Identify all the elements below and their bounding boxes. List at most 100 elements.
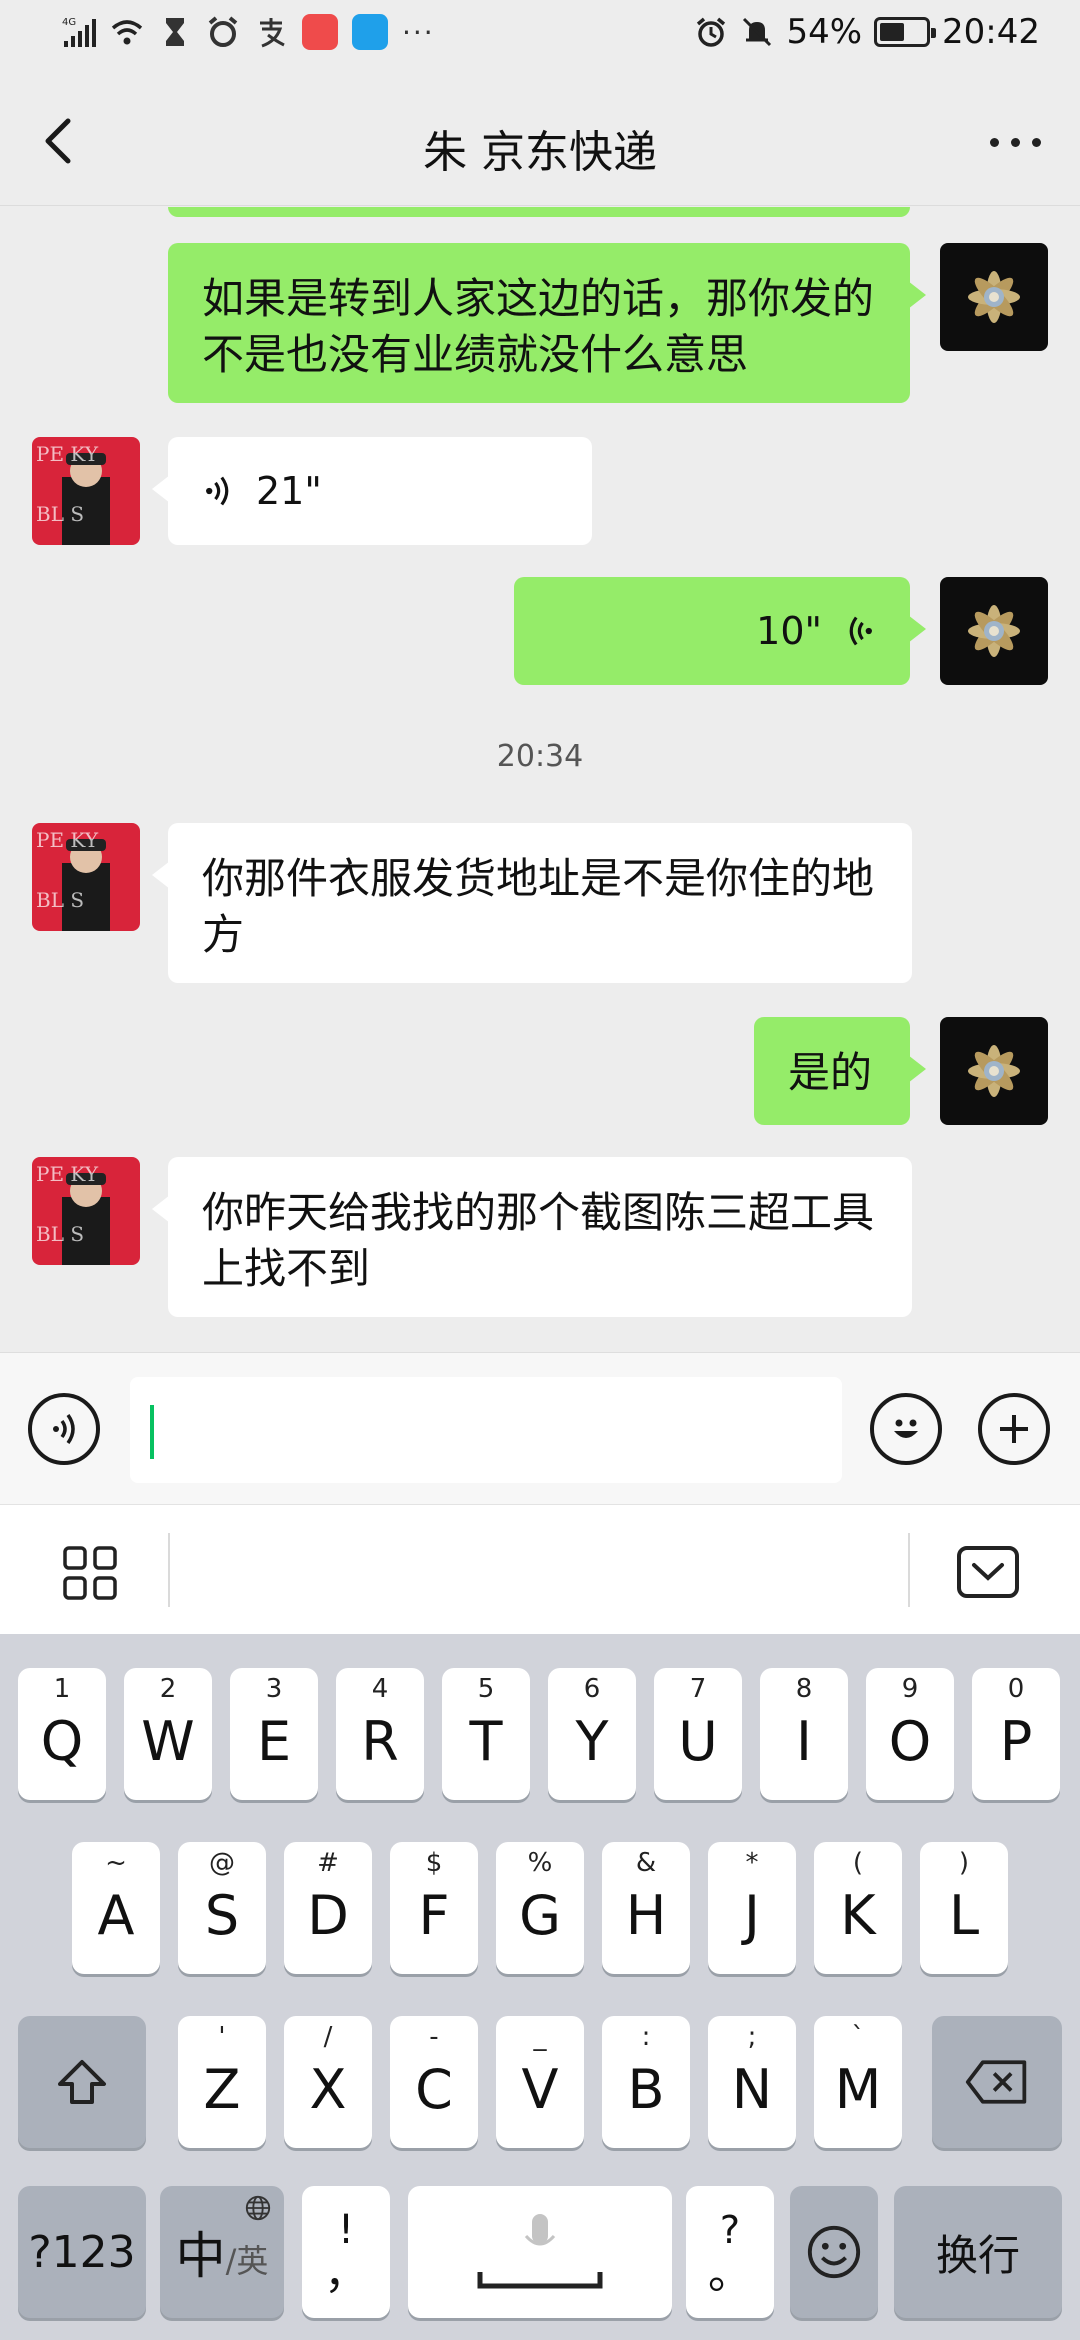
key-v[interactable]: _ V xyxy=(496,2016,584,2148)
mute-bell-icon xyxy=(740,15,774,49)
key-r[interactable]: 4R xyxy=(336,1668,424,1800)
flower-brooch-avatar-icon xyxy=(940,577,1048,685)
alipay-icon xyxy=(254,15,288,49)
key-y[interactable]: 6Y xyxy=(548,1668,636,1800)
numbers-key-label: ?123 xyxy=(28,2226,136,2278)
key-l[interactable]: ) L xyxy=(920,1842,1008,1974)
key-label: O xyxy=(888,1709,932,1773)
key-hint: * xyxy=(745,1848,759,1878)
key-hint: 0 xyxy=(1007,1674,1025,1704)
emoji-button[interactable] xyxy=(870,1393,942,1465)
language-switch-key[interactable]: 中 /英 xyxy=(160,2186,284,2318)
punctuation-key[interactable]: ! ， xyxy=(302,2186,390,2318)
key-hint: ( xyxy=(852,1848,864,1878)
key-h[interactable]: & H xyxy=(602,1842,690,1974)
battery-percent: 54% xyxy=(786,12,863,52)
timestamp: 20:34 xyxy=(496,739,584,774)
keyboard-menu-button[interactable] xyxy=(62,1545,118,1601)
my-avatar[interactable] xyxy=(940,1017,1048,1125)
more-functions-button[interactable] xyxy=(978,1393,1050,1465)
message-text: 你昨天给我找的那个截图陈三超工具上找不到 xyxy=(202,1188,875,1293)
key-f[interactable]: $ F xyxy=(390,1842,478,1974)
hide-keyboard-button[interactable] xyxy=(956,1545,1020,1599)
shift-key[interactable] xyxy=(18,2016,146,2148)
key-n[interactable]: ; N xyxy=(708,2016,796,2148)
key-label: Q xyxy=(40,1709,84,1773)
key-e[interactable]: 3E xyxy=(230,1668,318,1800)
space-key[interactable] xyxy=(408,2186,672,2318)
message-bubble-in[interactable]: 你那件衣服发货地址是不是你住的地方 xyxy=(152,823,912,983)
key-p[interactable]: 0P xyxy=(972,1668,1060,1800)
contact-avatar[interactable]: PE KY BL S xyxy=(32,1157,140,1265)
key-label: K xyxy=(840,1883,876,1947)
keyboard-toolbar xyxy=(0,1504,1080,1634)
text-caret xyxy=(150,1405,154,1459)
enter-key[interactable]: 换行 xyxy=(894,2186,1062,2318)
my-avatar[interactable] xyxy=(940,577,1048,685)
message-text: 你那件衣服发货地址是不是你住的地方 xyxy=(202,854,875,959)
key-hint: ' xyxy=(218,2022,226,2052)
message-bubble-out[interactable]: 如果是转到人家这边的话，那你发的不是也没有业绩就没什么意思 xyxy=(168,243,926,403)
voice-message-out[interactable]: 10" xyxy=(514,577,926,685)
key-label: A xyxy=(97,1883,135,1947)
punctuation-key-2[interactable]: ? 。 xyxy=(686,2186,774,2318)
key-i[interactable]: 8I xyxy=(760,1668,848,1800)
contact-avatar[interactable]: PE KY BL S xyxy=(32,437,140,545)
key-j[interactable]: * J xyxy=(708,1842,796,1974)
key-u[interactable]: 7U xyxy=(654,1668,742,1800)
key-hint: ~ xyxy=(105,1848,127,1878)
key-o[interactable]: 9O xyxy=(866,1668,954,1800)
key-t[interactable]: 5T xyxy=(442,1668,530,1800)
key-z[interactable]: ' Z xyxy=(178,2016,266,2148)
huawei-app-icon xyxy=(302,14,338,50)
voice-wave-icon xyxy=(206,476,229,506)
punct2-bottom: 。 xyxy=(708,2248,752,2299)
key-hint: / xyxy=(323,2022,333,2052)
emoji-key[interactable] xyxy=(790,2186,878,2318)
contact-avatar[interactable]: PE KY BL S xyxy=(32,823,140,931)
more-button[interactable] xyxy=(980,112,1050,172)
key-label: P xyxy=(999,1709,1033,1773)
more-dots-icon xyxy=(989,137,999,147)
voice-message-in[interactable]: 21" xyxy=(152,437,592,545)
key-a[interactable]: ~ A xyxy=(72,1842,160,1974)
plus-icon xyxy=(1000,1415,1028,1443)
peaky-blinders-avatar-icon: PE KY BL S xyxy=(32,437,140,545)
key-c[interactable]: -C xyxy=(390,2016,478,2148)
message-bubble-out[interactable]: 是的 xyxy=(754,1017,926,1125)
delete-key[interactable] xyxy=(932,2016,1062,2148)
numbers-key[interactable]: ?123 xyxy=(18,2186,146,2318)
key-label: C xyxy=(415,2057,453,2121)
svg-text:BL S: BL S xyxy=(36,1222,84,1246)
key-d[interactable]: # D xyxy=(284,1842,372,1974)
key-hint: @ xyxy=(209,1848,235,1878)
key-label: J xyxy=(744,1883,760,1947)
signal-icon: 4G xyxy=(62,15,96,49)
message-input[interactable] xyxy=(130,1377,842,1483)
language-key-sub: /英 xyxy=(225,2242,269,2280)
key-g[interactable]: % G xyxy=(496,1842,584,1974)
key-x[interactable]: / X xyxy=(284,2016,372,2148)
key-label: U xyxy=(678,1709,718,1773)
message-list[interactable]: 如果是转到人家这边的话，那你发的不是也没有业绩就没什么意思 PE KY BL S… xyxy=(0,207,1080,1352)
message-text: 如果是转到人家这边的话，那你发的不是也没有业绩就没什么意思 xyxy=(202,274,875,379)
my-avatar[interactable] xyxy=(940,243,1048,351)
key-label: I xyxy=(796,1709,812,1773)
peaky-blinders-avatar-icon: PE KY BL S xyxy=(32,823,140,931)
key-k[interactable]: (K xyxy=(814,1842,902,1974)
grid-icon xyxy=(63,1546,117,1600)
key-label: G xyxy=(519,1883,561,1947)
hourglass-icon xyxy=(158,15,192,49)
message-bubble-in[interactable]: 你昨天给我找的那个截图陈三超工具上找不到 xyxy=(152,1157,912,1317)
key-m[interactable]: ` M xyxy=(814,2016,902,2148)
voice-input-icon xyxy=(53,1413,75,1445)
voice-input-button[interactable] xyxy=(28,1393,100,1465)
key-hint: 7 xyxy=(689,1674,707,1704)
key-b[interactable]: :B xyxy=(602,2016,690,2148)
flower-brooch-avatar-icon xyxy=(940,243,1048,351)
key-w[interactable]: 2W xyxy=(124,1668,212,1800)
key-s[interactable]: @ S xyxy=(178,1842,266,1974)
key-q[interactable]: 1Q xyxy=(18,1668,106,1800)
key-label: Z xyxy=(203,2057,241,2121)
previous-message-bubble[interactable] xyxy=(168,207,910,217)
